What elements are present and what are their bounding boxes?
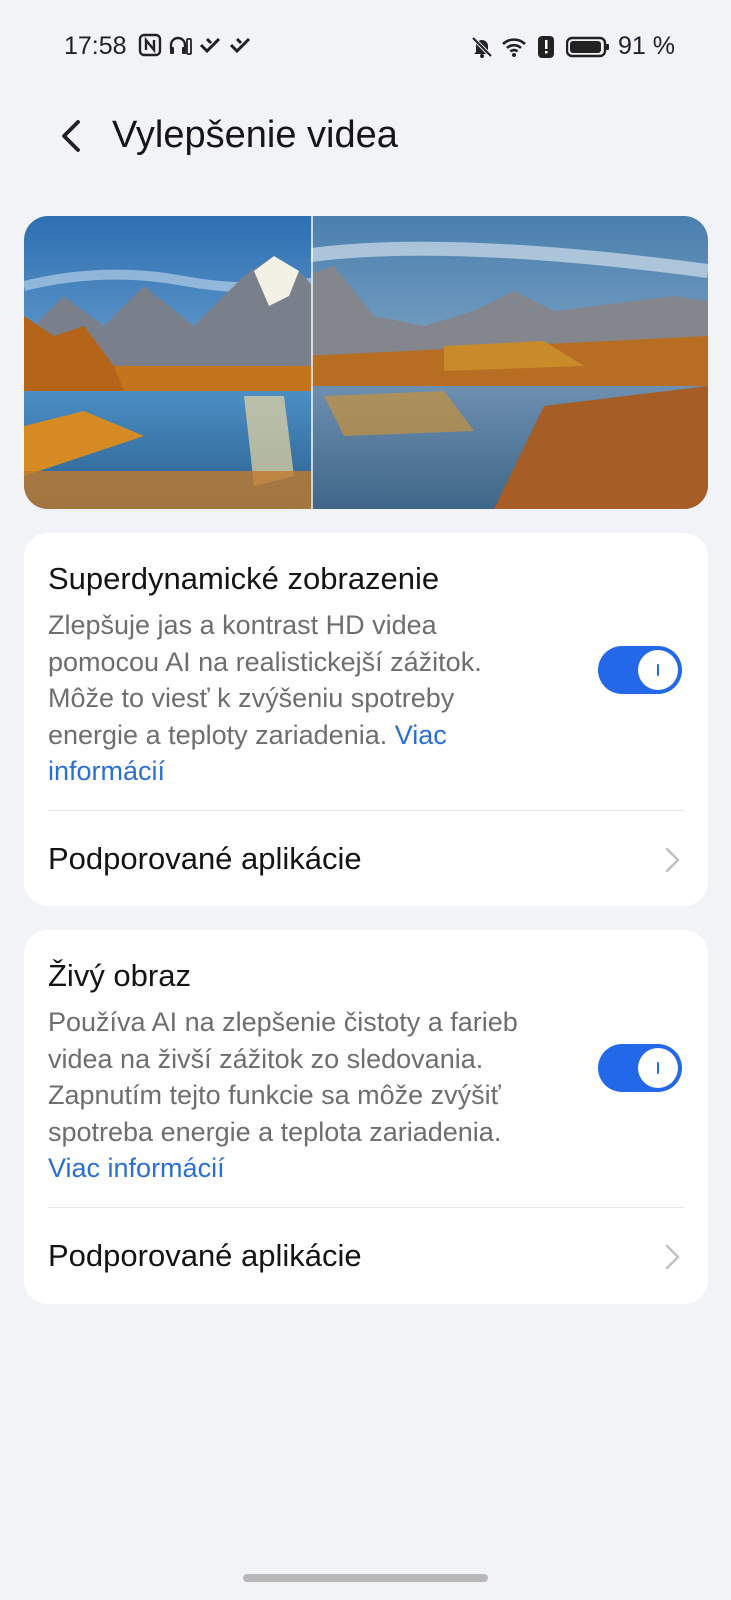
home-indicator[interactable] [243,1574,488,1582]
super-dynamic-title: Superdynamické zobrazenie [48,561,440,596]
hero-image [24,216,708,509]
super-dynamic-card: Superdynamické zobrazenie Zlepšuje jas a… [24,533,708,906]
header: Vylepšenie videa [0,100,731,180]
back-arrow-icon[interactable] [50,114,94,158]
vivid-image-description: Používa AI na zlepšenie čistoty a farieb… [48,1004,528,1187]
battery-icon [566,36,610,57]
landscape-illustration [24,216,708,509]
vivid-image-toggle[interactable] [598,1044,682,1092]
divider [48,1207,684,1208]
toggle-knob [638,1048,678,1088]
bell-off-icon [471,36,493,58]
wifi-icon [502,37,526,57]
chevron-right-icon [665,1244,680,1270]
super-dynamic-description: Zlepšuje jas a kontrast HD videa pomocou… [48,607,528,790]
headphones-battery-icon [169,36,192,55]
vivid-image-more-link[interactable]: Viac informácií [48,1153,225,1183]
status-left-icons [138,33,252,57]
supported-apps-row-1[interactable]: Podporované aplikácie [24,813,708,905]
nfc-icon [138,33,162,57]
page-title: Vylepšenie videa [112,114,398,156]
divider [48,810,684,811]
status-bar: 17:58 91 % [0,0,731,96]
supported-apps-label: Podporované aplikácie [48,1238,362,1273]
vivid-image-title: Živý obraz [48,958,191,993]
super-dynamic-toggle[interactable] [598,646,682,694]
vivid-image-card: Živý obraz Používa AI na zlepšenie čisto… [24,930,708,1304]
alert-icon [538,35,555,58]
comparison-divider [311,216,313,509]
supported-apps-row-2[interactable]: Podporované aplikácie [24,1210,708,1302]
status-right-icons: 91 % [470,32,675,61]
toggle-knob [638,650,678,690]
signal-weak-icon [199,37,221,54]
supported-apps-label: Podporované aplikácie [48,841,362,876]
battery-percent: 91 % [618,32,675,60]
vivid-image-desc-text: Používa AI na zlepšenie čistoty a farieb… [48,1007,518,1147]
signal-weak-icon [229,37,251,54]
status-time: 17:58 [64,32,127,60]
chevron-right-icon [665,847,680,873]
